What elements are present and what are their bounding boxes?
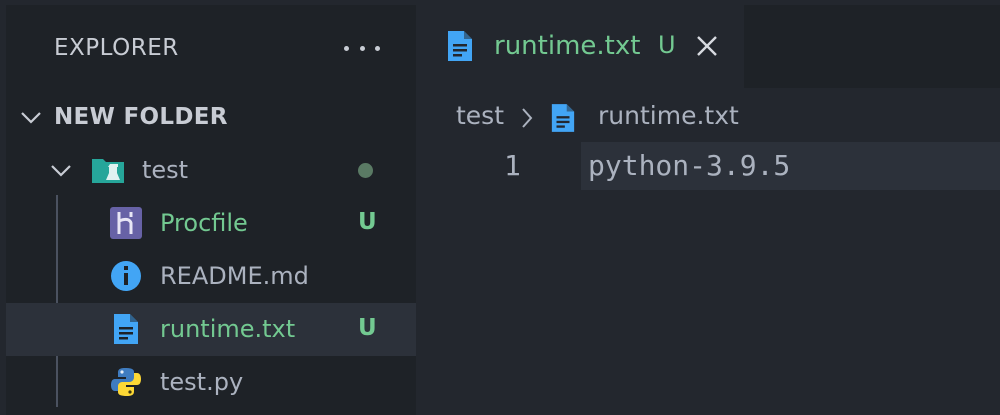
tab-label: runtime.txt <box>494 31 641 61</box>
workspace-folder-name: NEW FOLDER <box>54 104 228 130</box>
code-line-text[interactable]: python-3.9.5 <box>588 149 790 182</box>
tree-item-test-py[interactable]: test.py <box>6 356 416 409</box>
tree-item-test-folder[interactable]: test <box>6 144 416 197</box>
breadcrumb: test runtime.txt <box>454 97 994 137</box>
tree-item-readme[interactable]: README.md <box>6 250 416 303</box>
workspace-folder-header[interactable]: NEW FOLDER <box>6 94 416 142</box>
untracked-badge: U <box>658 31 676 59</box>
close-icon[interactable] <box>694 33 720 59</box>
tree-item-label: test.py <box>160 368 244 396</box>
line-number: 1 <box>504 149 521 182</box>
chevron-down-icon <box>21 112 41 124</box>
test-folder-icon <box>92 159 124 183</box>
breadcrumb-folder[interactable]: test <box>456 101 504 130</box>
explorer-sidebar: EXPLORER NEW FOLDER test Procfile U READ… <box>6 5 416 415</box>
tree-item-label: test <box>142 156 189 184</box>
modified-dot-badge <box>358 163 373 178</box>
text-file-icon <box>551 104 575 132</box>
tree-item-runtime[interactable]: runtime.txt U <box>6 303 416 356</box>
tree-item-label: README.md <box>160 262 309 290</box>
breadcrumb-file[interactable]: runtime.txt <box>598 101 739 130</box>
explorer-title: EXPLORER <box>54 35 179 61</box>
tree-item-label: runtime.txt <box>160 315 296 343</box>
heroku-icon <box>110 207 142 239</box>
info-icon <box>111 261 141 291</box>
more-actions-icon[interactable] <box>344 33 380 63</box>
tree-item-procfile[interactable]: Procfile U <box>6 197 416 250</box>
untracked-badge: U <box>358 209 377 235</box>
tab-strip-empty <box>744 5 1000 88</box>
explorer-header: EXPLORER <box>6 5 416 89</box>
chevron-down-icon <box>51 165 71 177</box>
tab-runtime-txt[interactable]: runtime.txt U <box>416 5 744 88</box>
python-icon <box>111 368 141 396</box>
tree-item-label: Procfile <box>160 209 248 237</box>
untracked-badge: U <box>358 315 377 341</box>
chevron-right-icon <box>522 108 533 128</box>
editor-window: EXPLORER NEW FOLDER test Procfile U READ… <box>6 5 1000 415</box>
text-file-icon <box>448 31 472 61</box>
text-file-icon <box>114 314 138 344</box>
